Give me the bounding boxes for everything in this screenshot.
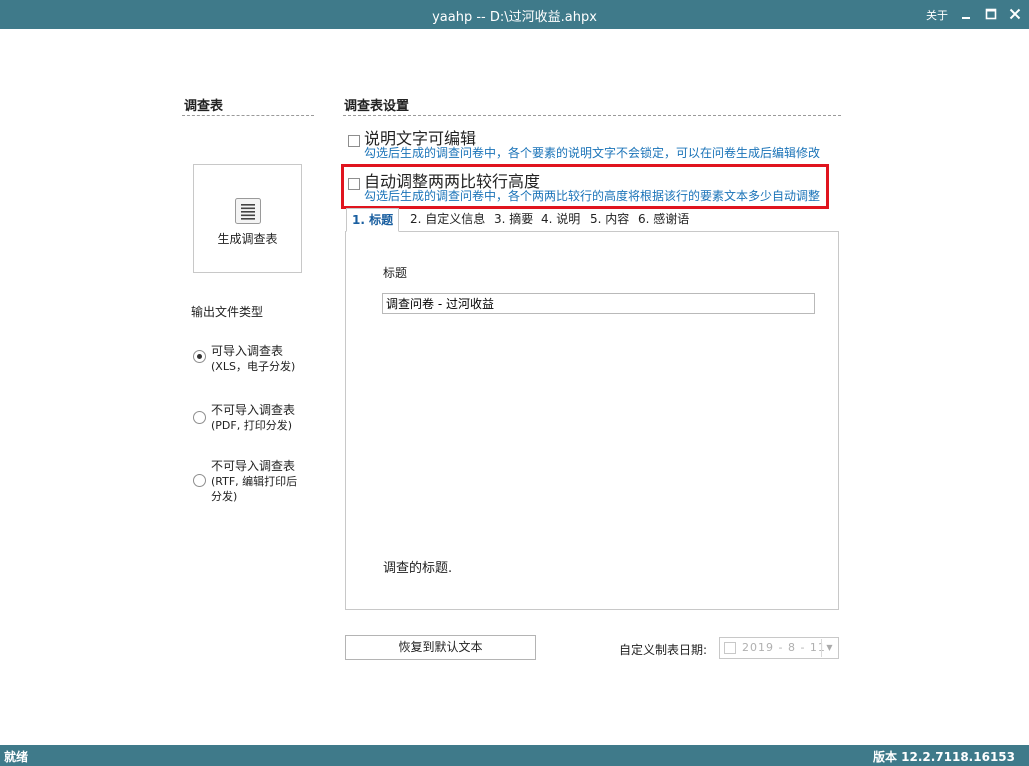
editable-text-desc: 勾选后生成的调查问卷中，各个要素的说明文字不会锁定，可以在问卷生成后编辑修改 bbox=[364, 146, 821, 160]
settings-section-title: 调查表设置 bbox=[344, 99, 410, 114]
status-bar: 就绪 版本 12.2.7118.16153 bbox=[0, 745, 1029, 766]
restore-default-button[interactable]: 恢复到默认文本 bbox=[345, 635, 536, 660]
minimize-button[interactable] bbox=[957, 5, 975, 23]
about-button[interactable]: 关于 bbox=[926, 7, 948, 23]
tab-custom-info[interactable]: 2. 自定义信息 bbox=[410, 208, 485, 232]
tab-title[interactable]: 1. 标题 bbox=[346, 208, 400, 232]
tab-content[interactable]: 5. 内容 bbox=[590, 208, 629, 232]
option-xls-title: 可导入调查表 bbox=[211, 344, 284, 358]
close-icon bbox=[1009, 8, 1021, 20]
minimize-icon bbox=[962, 17, 970, 19]
radio-pdf[interactable] bbox=[193, 411, 206, 424]
close-button[interactable] bbox=[1006, 5, 1024, 23]
highlight-box bbox=[341, 164, 829, 209]
status-text: 就绪 bbox=[4, 750, 29, 764]
radio-xls[interactable] bbox=[193, 350, 206, 363]
option-pdf-title: 不可导入调查表 bbox=[211, 403, 296, 417]
option-pdf-desc: (PDF, 打印分发) bbox=[211, 419, 293, 432]
generate-survey-button[interactable]: 生成调查表 bbox=[193, 164, 302, 273]
title-bar: yaahp -- D:\过河收益.ahpx 关于 bbox=[0, 0, 1029, 29]
tab-summary[interactable]: 3. 摘要 bbox=[494, 208, 533, 232]
chevron-down-icon[interactable]: ▼ bbox=[821, 639, 837, 657]
title-field-label: 标题 bbox=[383, 266, 408, 280]
custom-date-label: 自定义制表日期: bbox=[619, 643, 708, 657]
custom-date-checkbox[interactable] bbox=[724, 642, 736, 654]
maximize-button[interactable] bbox=[982, 5, 1000, 23]
radio-rtf[interactable] bbox=[193, 474, 206, 487]
document-list-icon bbox=[235, 198, 261, 224]
output-type-label: 输出文件类型 bbox=[191, 305, 264, 319]
option-rtf-title: 不可导入调查表 bbox=[211, 459, 296, 473]
option-xls-desc: (XLS，电子分发) bbox=[211, 360, 296, 373]
tab-panel-title: 标题 调查的标题. bbox=[345, 231, 839, 610]
maximize-icon bbox=[985, 8, 997, 20]
generate-survey-label: 生成调查表 bbox=[217, 232, 278, 246]
title-field-desc: 调查的标题. bbox=[383, 561, 453, 576]
custom-date-picker[interactable]: 2019 - 8 - 11 ▼ bbox=[719, 637, 839, 659]
option-rtf-desc-cont: 分发) bbox=[211, 490, 238, 503]
tab-thanks[interactable]: 6. 感谢语 bbox=[638, 208, 689, 232]
title-input[interactable] bbox=[382, 293, 815, 314]
survey-section-title: 调查表 bbox=[184, 99, 224, 114]
window-title: yaahp -- D:\过河收益.ahpx bbox=[432, 10, 597, 25]
survey-divider bbox=[182, 115, 314, 116]
custom-date-value: 2019 - 8 - 11 bbox=[742, 641, 826, 654]
tab-instructions[interactable]: 4. 说明 bbox=[541, 208, 580, 232]
editable-text-checkbox[interactable] bbox=[348, 135, 360, 147]
version-text: 版本 12.2.7118.16153 bbox=[872, 750, 1015, 764]
settings-divider bbox=[343, 115, 841, 116]
option-rtf-desc: (RTF, 编辑打印后 bbox=[211, 475, 298, 488]
